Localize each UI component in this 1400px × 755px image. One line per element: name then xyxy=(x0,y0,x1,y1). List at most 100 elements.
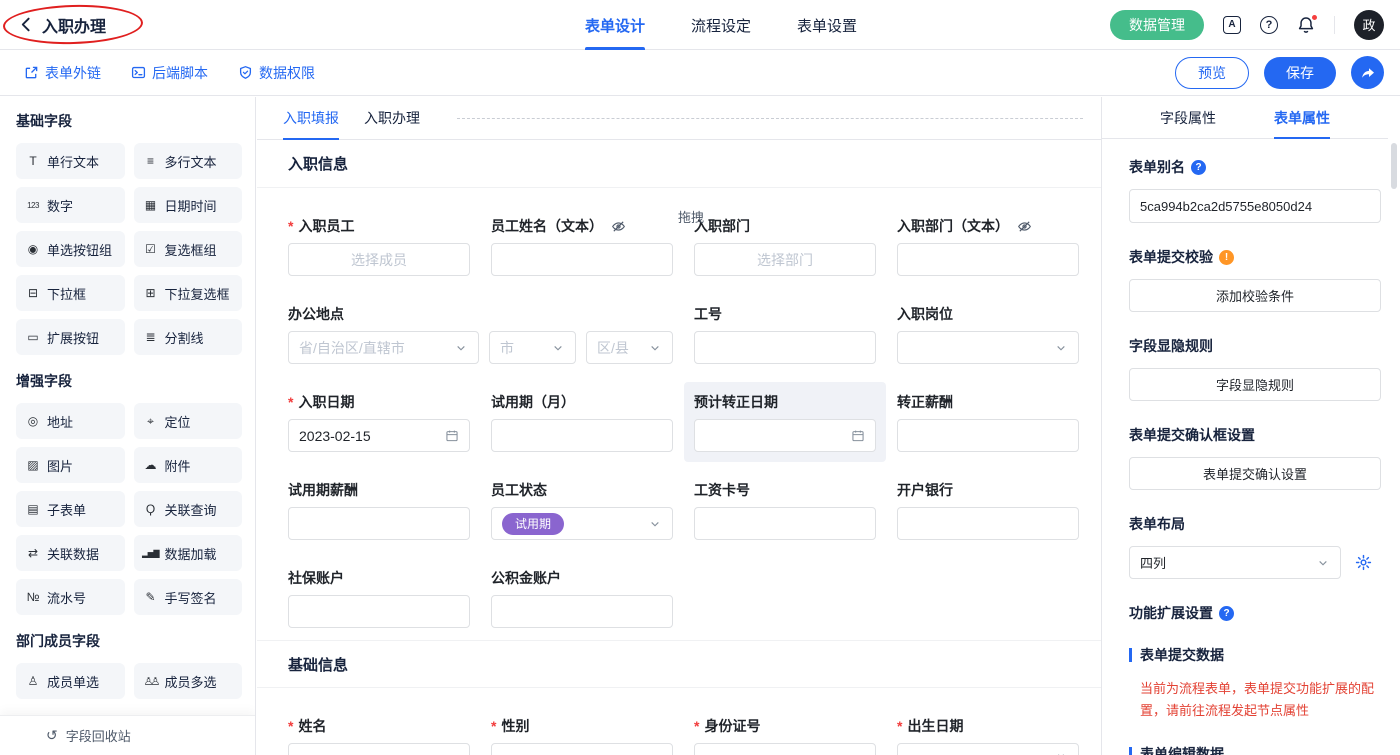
member-picker-input[interactable]: 选择成员 xyxy=(288,243,470,276)
date-input[interactable]: 2023-02-15 xyxy=(897,743,1079,755)
field-type-serial-number[interactable]: №流水号 xyxy=(16,579,125,615)
field-onboard-dept[interactable]: 入职部门 选择部门 xyxy=(694,216,876,276)
scrollbar-thumb[interactable] xyxy=(1391,143,1397,189)
field-onboard-date[interactable]: *入职日期 2023-02-15 xyxy=(288,392,470,452)
gender-select[interactable] xyxy=(491,743,673,755)
field-office-location[interactable]: 办公地点 省/自治区/直辖市 市 区/县 xyxy=(288,304,673,364)
tab-flow-setting[interactable]: 流程设定 xyxy=(691,0,751,50)
notification-bell-icon[interactable] xyxy=(1297,16,1315,34)
field-type-select[interactable]: ⊟下拉框 xyxy=(16,275,125,311)
text-input[interactable] xyxy=(288,743,470,755)
field-regular-salary[interactable]: 转正薪酬 xyxy=(897,392,1079,452)
field-type-member-multi[interactable]: ♙♙成员多选 xyxy=(134,663,243,699)
add-validation-button[interactable]: 添加校验条件 xyxy=(1129,279,1381,312)
back-button[interactable]: 入职办理 xyxy=(0,13,106,37)
field-type-subform[interactable]: ▤子表单 xyxy=(16,491,125,527)
layout-select[interactable]: 四列 xyxy=(1129,546,1341,579)
field-type-address[interactable]: ◎地址 xyxy=(16,403,125,439)
field-type-radio-group[interactable]: ◉单选按钮组 xyxy=(16,231,125,267)
field-type-signature[interactable]: ✎手写签名 xyxy=(134,579,243,615)
field-probation-months[interactable]: 试用期（月） xyxy=(491,392,673,452)
field-onboard-employee[interactable]: *入职员工 选择成员 xyxy=(288,216,470,276)
field-type-divider[interactable]: ≣分割线 xyxy=(134,319,243,355)
field-type-linked-data[interactable]: ⇄关联数据 xyxy=(16,535,125,571)
date-input[interactable] xyxy=(694,419,876,452)
external-link-button[interactable]: 表单外链 xyxy=(24,63,101,83)
field-type-extend-button[interactable]: ▭扩展按钮 xyxy=(16,319,125,355)
text-input[interactable] xyxy=(694,507,876,540)
field-type-datetime[interactable]: ▦日期时间 xyxy=(134,187,243,223)
language-icon[interactable]: A xyxy=(1223,16,1241,34)
date-input[interactable]: 2023-02-15 xyxy=(288,419,470,452)
field-label: *出生日期 xyxy=(897,716,1079,736)
field-birth-date[interactable]: *出生日期 2023-02-15 xyxy=(897,716,1079,755)
datetime-icon: ▦ xyxy=(143,198,159,212)
field-onboard-position[interactable]: 入职岗位 xyxy=(897,304,1079,364)
form-alias-input[interactable]: 5ca994b2ca2d5755e8050d24 xyxy=(1129,189,1381,223)
field-employee-status[interactable]: 员工状态 试用期 xyxy=(491,480,673,540)
field-employee-name-text[interactable]: 员工姓名（文本） xyxy=(491,216,673,276)
province-select[interactable]: 省/自治区/直辖市 xyxy=(288,331,479,364)
text-input[interactable] xyxy=(897,243,1079,276)
alias-help-icon[interactable]: ? xyxy=(1191,160,1206,175)
backend-script-button[interactable]: 后端脚本 xyxy=(131,63,208,83)
submit-confirm-button[interactable]: 表单提交确认设置 xyxy=(1129,457,1381,490)
field-type-linked-query[interactable]: Ϙ关联查询 xyxy=(134,491,243,527)
extension-help-icon[interactable]: ? xyxy=(1219,606,1234,621)
backend-script-icon xyxy=(131,65,146,80)
tab-form-properties[interactable]: 表单属性 xyxy=(1274,97,1330,138)
text-input[interactable] xyxy=(491,243,673,276)
share-button[interactable] xyxy=(1351,56,1384,89)
help-icon[interactable]: ? xyxy=(1260,16,1278,34)
field-gender[interactable]: *性别 xyxy=(491,716,673,755)
tab-form-setting[interactable]: 表单设置 xyxy=(797,0,857,50)
text-input[interactable] xyxy=(491,595,673,628)
field-job-number[interactable]: 工号 xyxy=(694,304,876,364)
field-housing-fund-account[interactable]: 公积金账户 xyxy=(491,568,673,628)
text-input[interactable] xyxy=(491,419,673,452)
district-select[interactable]: 区/县 xyxy=(586,331,673,364)
field-type-checkbox-group[interactable]: ☑复选框组 xyxy=(134,231,243,267)
field-label: *姓名 xyxy=(288,716,470,736)
field-type-member-single[interactable]: ♙成员单选 xyxy=(16,663,125,699)
avatar[interactable]: 政 xyxy=(1354,10,1384,40)
field-type-image[interactable]: ▨图片 xyxy=(16,447,125,483)
field-recycle-bin[interactable]: ↺ 字段回收站 xyxy=(0,715,255,755)
text-input[interactable] xyxy=(694,743,876,755)
field-type-location[interactable]: ⌖定位 xyxy=(134,403,243,439)
field-onboard-dept-text[interactable]: 入职部门（文本） xyxy=(897,216,1079,276)
field-type-single-line-text[interactable]: T单行文本 xyxy=(16,143,125,179)
text-input[interactable] xyxy=(694,331,876,364)
field-type-multi-line-text[interactable]: ≡多行文本 xyxy=(134,143,243,179)
layout-gear-icon[interactable] xyxy=(1355,554,1372,571)
tab-field-properties[interactable]: 字段属性 xyxy=(1160,97,1216,138)
field-probation-salary[interactable]: 试用期薪酬 xyxy=(288,480,470,540)
save-button[interactable]: 保存 xyxy=(1264,57,1336,89)
submit-confirm-label: 表单提交确认框设置 xyxy=(1129,425,1380,445)
field-expected-regular-date[interactable]: 预计转正日期 xyxy=(694,392,876,452)
data-permission-button[interactable]: 数据权限 xyxy=(238,63,315,83)
city-select[interactable]: 市 xyxy=(489,331,576,364)
field-type-number[interactable]: 123数字 xyxy=(16,187,125,223)
preview-button[interactable]: 预览 xyxy=(1175,57,1249,89)
field-social-security-account[interactable]: 社保账户 xyxy=(288,568,470,628)
canvas-tab-onboard-handle[interactable]: 入职办理 xyxy=(364,97,420,139)
canvas-tab-onboard-fill[interactable]: 入职填报 xyxy=(283,97,339,139)
data-manage-button[interactable]: 数据管理 xyxy=(1110,10,1204,40)
text-input[interactable] xyxy=(288,507,470,540)
position-select[interactable] xyxy=(897,331,1079,364)
field-type-attachment[interactable]: ☁附件 xyxy=(134,447,243,483)
field-salary-card-number[interactable]: 工资卡号 xyxy=(694,480,876,540)
field-name[interactable]: *姓名 xyxy=(288,716,470,755)
field-bank[interactable]: 开户银行 xyxy=(897,480,1079,540)
visibility-rules-button[interactable]: 字段显隐规则 xyxy=(1129,368,1381,401)
field-id-number[interactable]: *身份证号 xyxy=(694,716,876,755)
text-input[interactable] xyxy=(897,419,1079,452)
field-type-multi-select[interactable]: ⊞下拉复选框 xyxy=(134,275,243,311)
dept-picker-input[interactable]: 选择部门 xyxy=(694,243,876,276)
status-select[interactable]: 试用期 xyxy=(491,507,673,540)
field-type-data-load[interactable]: ▂▅▇数据加载 xyxy=(134,535,243,571)
text-input[interactable] xyxy=(897,507,1079,540)
tab-form-design[interactable]: 表单设计 xyxy=(585,0,645,50)
text-input[interactable] xyxy=(288,595,470,628)
